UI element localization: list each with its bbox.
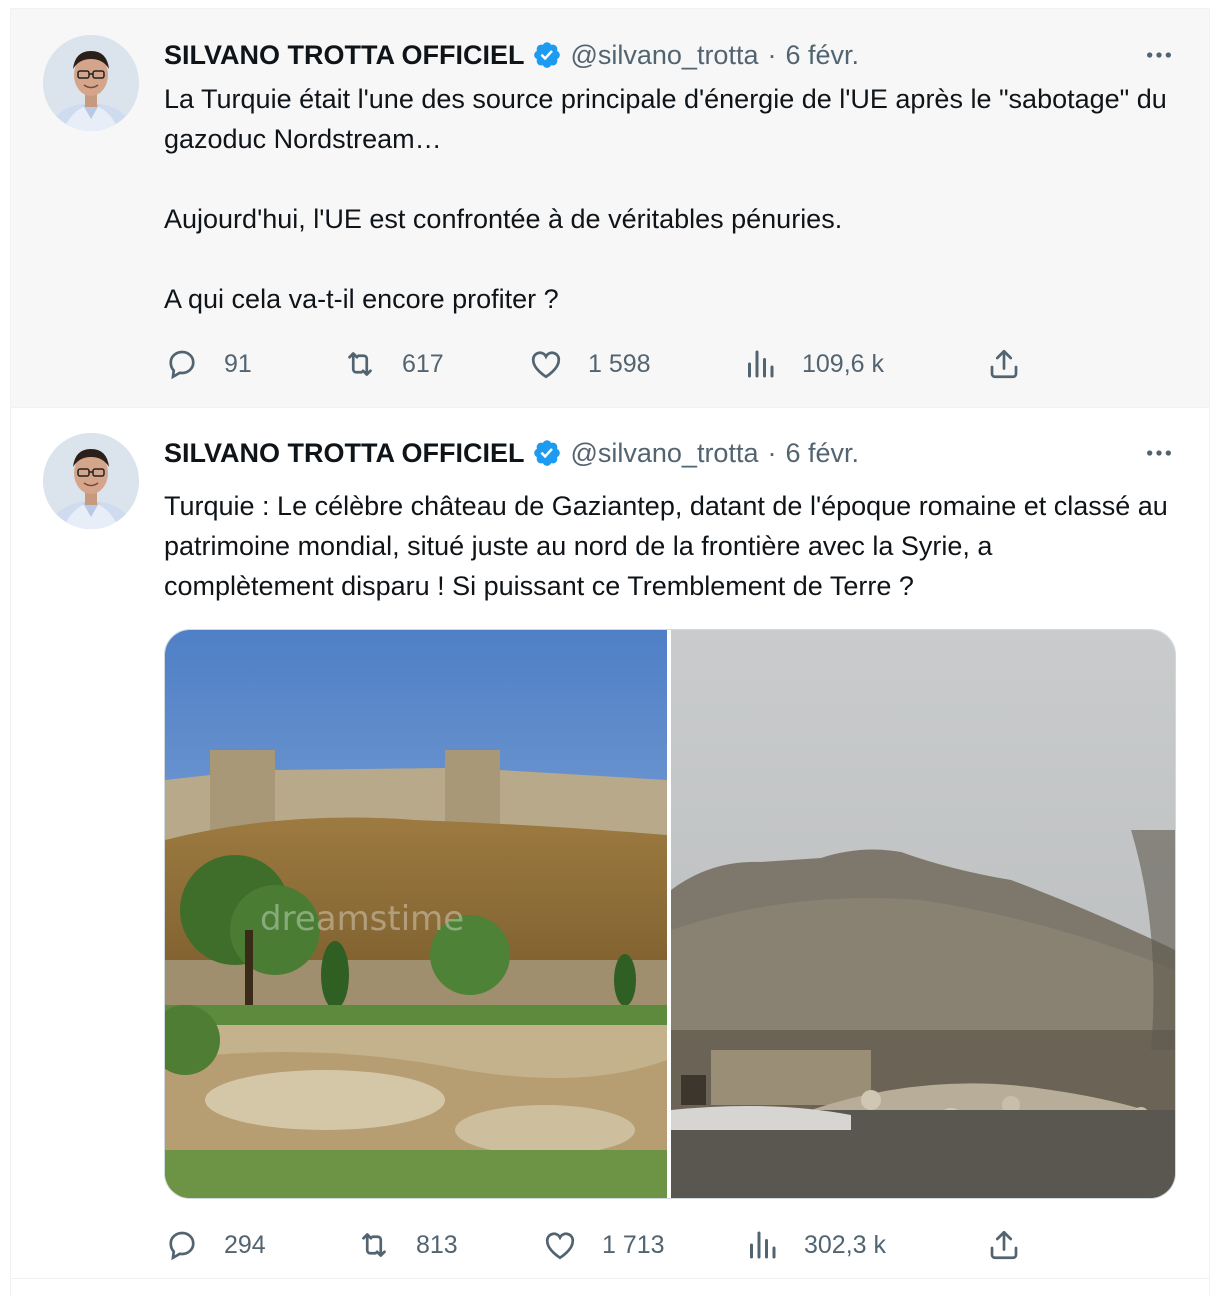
meta-separator: ·: [767, 437, 777, 468]
author-name[interactable]: SILVANO TROTTA OFFICIEL: [164, 40, 524, 71]
tweet-text: La Turquie était l'une des source princi…: [164, 79, 1169, 319]
author-handle[interactable]: @silvano_trotta: [570, 438, 758, 469]
tweet-actions: 91 617 1 598 109,6 k: [164, 344, 1044, 384]
tweet-date[interactable]: 6 févr.: [785, 40, 859, 71]
share-icon: [990, 1230, 1018, 1260]
share-button[interactable]: [986, 1225, 1022, 1265]
reply-button[interactable]: 294: [164, 1225, 266, 1265]
castle-before-photo[interactable]: dreamstime: [165, 630, 667, 1198]
tweet[interactable]: SILVANO TROTTA OFFICIEL @silvano_trotta …: [11, 408, 1209, 1279]
tweet-header: SILVANO TROTTA OFFICIEL @silvano_trotta …: [164, 433, 1179, 473]
retweet-count: 617: [402, 349, 444, 378]
like-button[interactable]: 1 598: [528, 344, 651, 384]
verified-badge-icon: [534, 42, 561, 68]
author-handle[interactable]: @silvano_trotta: [570, 40, 758, 71]
tweet-date[interactable]: 6 févr.: [785, 438, 859, 469]
tweet-text: Turquie : Le célèbre château de Gaziante…: [164, 486, 1169, 606]
reply-count: 294: [224, 1230, 266, 1259]
verified-badge-icon: [534, 440, 561, 466]
reply-button[interactable]: 91: [164, 344, 252, 384]
retweet-button[interactable]: 813: [356, 1225, 458, 1265]
tweet-paragraph: Aujourd'hui, l'UE est confrontée à de vé…: [164, 204, 843, 234]
tweet-paragraph: A qui cela va-t-il encore profiter ?: [164, 284, 559, 314]
avatar[interactable]: [43, 433, 139, 529]
retweet-icon: [362, 1233, 386, 1257]
share-button[interactable]: [986, 344, 1022, 384]
views-icon: [748, 350, 774, 378]
meta-separator: ·: [767, 39, 777, 70]
views-button[interactable]: 302,3 k: [744, 1225, 886, 1265]
like-button[interactable]: 1 713: [542, 1225, 665, 1265]
like-count: 1 713: [602, 1230, 665, 1259]
retweet-icon: [348, 352, 372, 376]
views-count: 109,6 k: [802, 349, 885, 378]
reply-icon: [169, 1231, 195, 1261]
views-icon: [750, 1231, 776, 1259]
timeline: SILVANO TROTTA OFFICIEL @silvano_trotta …: [10, 8, 1210, 1296]
tweet-actions: 294 813 1 713 302,3 k: [164, 1225, 1044, 1265]
more-icon[interactable]: [1139, 433, 1179, 473]
like-icon: [531, 351, 561, 379]
retweet-count: 813: [416, 1230, 458, 1259]
like-icon: [545, 1232, 575, 1260]
media-grid[interactable]: dreamstime: [164, 629, 1176, 1199]
author-name[interactable]: SILVANO TROTTA OFFICIEL: [164, 438, 524, 469]
watermark: dreamstime: [260, 899, 464, 939]
reply-count: 91: [224, 349, 252, 378]
castle-after-earthquake-photo[interactable]: [671, 630, 1175, 1198]
more-icon[interactable]: [1139, 35, 1179, 75]
share-icon: [990, 349, 1018, 379]
tweet-paragraph: La Turquie était l'une des source princi…: [164, 84, 1167, 154]
avatar[interactable]: [43, 35, 139, 131]
views-button[interactable]: 109,6 k: [742, 344, 884, 384]
tweet-header: SILVANO TROTTA OFFICIEL @silvano_trotta …: [164, 35, 1179, 75]
reply-icon: [169, 350, 195, 380]
like-count: 1 598: [588, 349, 651, 378]
retweet-button[interactable]: 617: [342, 344, 444, 384]
views-count: 302,3 k: [804, 1230, 887, 1259]
tweet[interactable]: SILVANO TROTTA OFFICIEL @silvano_trotta …: [11, 9, 1209, 408]
tweet-paragraph: Turquie : Le célèbre château de Gaziante…: [164, 491, 1168, 601]
